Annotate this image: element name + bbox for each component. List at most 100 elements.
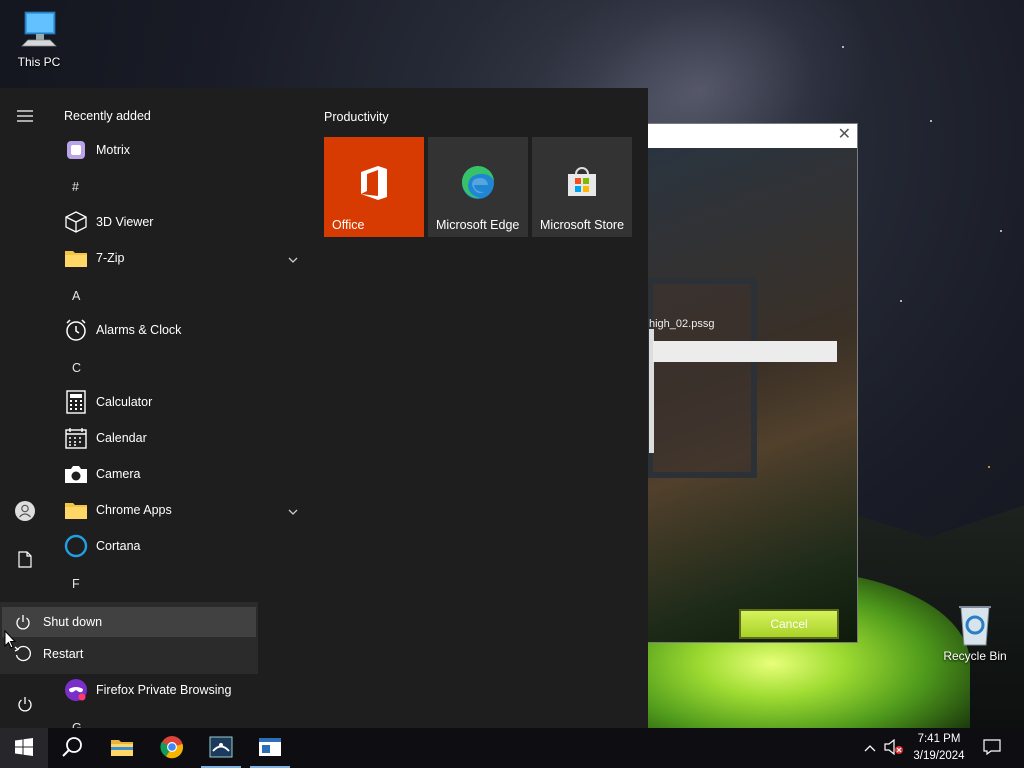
- alarm-clock-icon: [64, 318, 88, 342]
- cortana-icon: [64, 534, 88, 558]
- power-menu: Shut down Restart: [0, 602, 258, 674]
- tile-label: Microsoft Store: [540, 218, 625, 232]
- folder-icon: [110, 737, 134, 760]
- user-account-icon[interactable]: [0, 493, 50, 529]
- app-item-motrix[interactable]: Motrix: [50, 132, 308, 168]
- taskbar-app-file-explorer[interactable]: [98, 728, 146, 768]
- letter-header[interactable]: G: [72, 721, 82, 728]
- dialog-artwork: [647, 148, 857, 642]
- tile-label: Office: [332, 218, 365, 232]
- office-icon: [324, 165, 424, 201]
- app-label: Alarms & Clock: [96, 323, 182, 337]
- cancel-button[interactable]: Cancel: [739, 609, 839, 639]
- tile-office[interactable]: Office: [324, 137, 424, 237]
- desktop-icon-this-pc[interactable]: This PC: [4, 8, 74, 69]
- chevron-up-icon: [864, 741, 876, 755]
- star: [842, 46, 844, 48]
- app-label: 7-Zip: [96, 251, 125, 265]
- installer-icon: [258, 737, 282, 760]
- app-label: Camera: [96, 467, 141, 481]
- action-center-button[interactable]: [980, 728, 1004, 768]
- volume-muted-icon: [884, 738, 904, 758]
- app-item-calendar[interactable]: Calendar: [50, 420, 308, 456]
- app-label: Calculator: [96, 395, 153, 409]
- power-icon[interactable]: [0, 686, 50, 722]
- menu-item-label: Shut down: [43, 615, 103, 629]
- app-item-7-zip[interactable]: 7-Zip: [50, 240, 308, 276]
- recently-added-title: Recently added: [64, 109, 151, 123]
- taskbar: 7:41 PM 3/19/2024: [0, 728, 1024, 768]
- app-label: 3D Viewer: [96, 215, 154, 229]
- taskbar-app-chrome[interactable]: [148, 728, 196, 768]
- app-item-firefox-private[interactable]: Firefox Private Browsing: [50, 672, 308, 708]
- app-label: Firefox Private Browsing: [96, 683, 232, 697]
- taskbar-app-installer[interactable]: [246, 728, 294, 768]
- app-label: Calendar: [96, 431, 147, 445]
- star: [900, 300, 902, 302]
- search-button[interactable]: [48, 728, 96, 768]
- search-icon: [61, 736, 83, 761]
- star: [1000, 230, 1002, 232]
- folder-icon: [64, 498, 88, 522]
- dialog-titlebar: ✕: [647, 124, 857, 148]
- volume-button[interactable]: [882, 728, 906, 768]
- app-item-cortana[interactable]: Cortana: [50, 528, 308, 564]
- desktop-icon-label: This PC: [17, 55, 61, 69]
- letter-header[interactable]: F: [72, 577, 80, 591]
- edge-icon: [428, 165, 528, 201]
- calculator-icon: [64, 390, 88, 414]
- firefox-private-icon: [64, 678, 88, 702]
- store-icon: [532, 165, 632, 199]
- chevron-down-icon[interactable]: [288, 252, 298, 266]
- app-item-3d-viewer[interactable]: 3D Viewer: [50, 204, 308, 240]
- power-icon: [13, 614, 33, 631]
- artwork-sign: [647, 278, 757, 478]
- tile-label: Microsoft Edge: [436, 218, 520, 232]
- current-filename: high_02.pssg: [649, 318, 715, 330]
- progress-bar: [653, 341, 837, 362]
- tile-microsoft-store[interactable]: Microsoft Store: [532, 137, 632, 237]
- motrix-icon: [64, 138, 88, 162]
- star: [988, 466, 990, 468]
- app-label: Motrix: [96, 143, 131, 157]
- app-item-chrome-apps[interactable]: Chrome Apps: [50, 492, 308, 528]
- app-label: Cortana: [96, 539, 141, 553]
- letter-header[interactable]: #: [72, 180, 79, 194]
- computer-icon: [15, 8, 63, 52]
- tile-microsoft-edge[interactable]: Microsoft Edge: [428, 137, 528, 237]
- close-icon[interactable]: ✕: [838, 127, 851, 143]
- hamburger-menu-icon[interactable]: [0, 98, 50, 134]
- app-item-camera[interactable]: Camera: [50, 456, 308, 492]
- desktop-icon-label: Recycle Bin: [943, 649, 1007, 663]
- system-clock[interactable]: 7:41 PM 3/19/2024: [905, 731, 973, 765]
- documents-icon[interactable]: [0, 541, 50, 577]
- desktop-icon-recycle-bin[interactable]: Recycle Bin: [940, 602, 1010, 663]
- star: [930, 120, 932, 122]
- game-app-icon: [209, 736, 233, 761]
- tiles-area: Productivity Office Microsoft Edge Micro…: [308, 88, 648, 728]
- tile-group-title: Productivity: [324, 110, 389, 124]
- camera-icon: [64, 462, 88, 486]
- calendar-icon: [64, 426, 88, 450]
- show-hidden-icons-button[interactable]: [858, 728, 882, 768]
- recycle-bin-icon: [951, 602, 999, 646]
- app-item-alarms-clock[interactable]: Alarms & Clock: [50, 312, 308, 348]
- restart-icon: [13, 645, 33, 663]
- folder-icon: [64, 246, 88, 270]
- cube-icon: [64, 210, 88, 234]
- letter-header[interactable]: A: [72, 289, 80, 303]
- chevron-down-icon[interactable]: [288, 504, 298, 518]
- app-item-calculator[interactable]: Calculator: [50, 384, 308, 420]
- letter-header[interactable]: C: [72, 361, 81, 375]
- windows-logo-icon: [15, 737, 33, 759]
- clock-time: 7:41 PM: [917, 733, 961, 745]
- app-label: Chrome Apps: [96, 503, 172, 517]
- start-button[interactable]: [0, 728, 48, 768]
- notification-icon: [983, 738, 1001, 758]
- restart-menu-item[interactable]: Restart: [2, 639, 256, 669]
- chrome-icon: [160, 735, 184, 762]
- shut-down-menu-item[interactable]: Shut down: [2, 607, 256, 637]
- extraction-dialog: ✕ high_02.pssg Cancel: [646, 123, 858, 643]
- mouse-cursor-icon: [4, 629, 17, 652]
- taskbar-app-game[interactable]: [197, 728, 245, 768]
